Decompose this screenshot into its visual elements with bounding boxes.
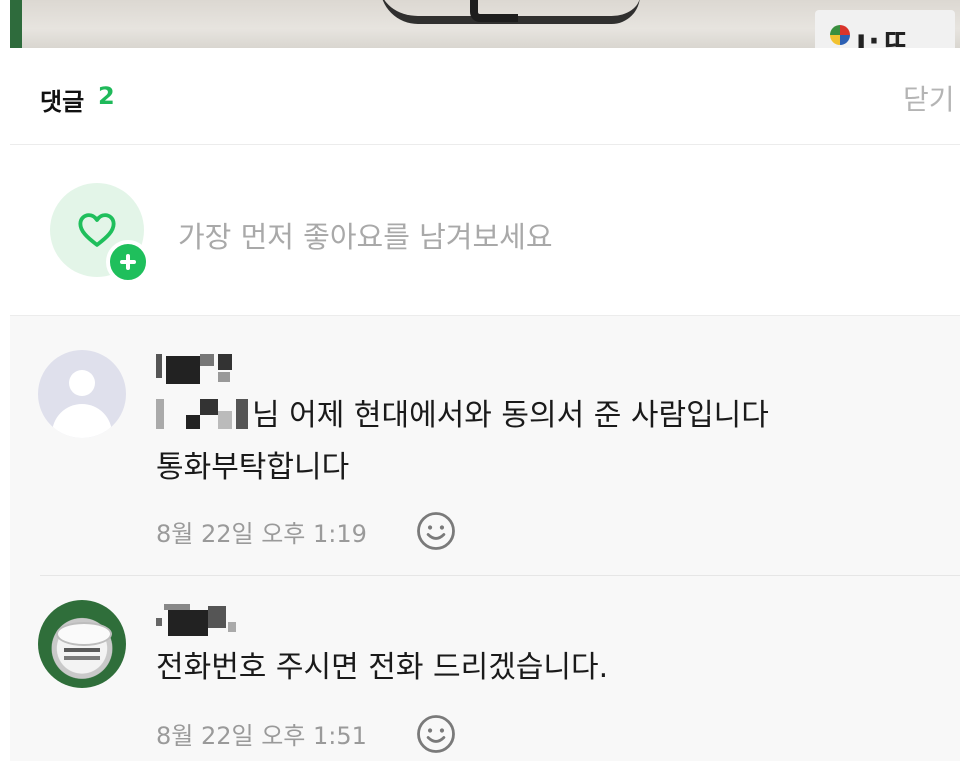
comments-screen: ı·ㄸ 댓글 2 닫기 가장 먼저 좋아요를 남겨보세요 님 어제 현대에서와 … xyxy=(0,0,960,761)
comment-line-2: 통화부탁합니다 xyxy=(156,450,350,485)
avatar-head-shape xyxy=(69,370,95,396)
redacted-username[interactable] xyxy=(156,602,242,636)
comment-text: 전화번호 주시면 전화 드리겠습니다. xyxy=(156,650,609,685)
heart-icon xyxy=(78,213,116,247)
default-user-icon[interactable] xyxy=(38,350,126,438)
redacted-username[interactable] xyxy=(156,350,242,384)
comment-timestamp: 8월 22일 오후 1:19 xyxy=(156,520,367,548)
comment-line-1: 님 어제 현대에서와 동의서 준 사람입니다 xyxy=(252,398,769,433)
like-prompt-row[interactable]: 가장 먼저 좋아요를 남겨보세요 xyxy=(10,145,960,316)
avatar-body-shape xyxy=(52,404,112,438)
avatar-photo-detail xyxy=(56,622,112,646)
comment-item: 님 어제 현대에서와 동의서 준 사람입니다 통화부탁합니다 8월 22일 오후… xyxy=(10,316,960,576)
reaction-smiley-icon[interactable] xyxy=(415,510,457,552)
comment-list: 님 어제 현대에서와 동의서 준 사람입니다 통화부탁합니다 8월 22일 오후… xyxy=(10,316,960,761)
comment-text: 님 어제 현대에서와 동의서 준 사람입니다 xyxy=(156,390,769,442)
user-photo-avatar[interactable] xyxy=(38,600,126,688)
close-button[interactable]: 닫기 xyxy=(903,78,955,118)
comments-title: 댓글 xyxy=(40,88,85,116)
comment-timestamp: 8월 22일 오후 1:51 xyxy=(156,722,367,750)
like-prompt-text: 가장 먼저 좋아요를 남겨보세요 xyxy=(178,220,553,254)
left-edge xyxy=(0,0,10,761)
post-photo-banner: ı·ㄸ xyxy=(0,0,960,48)
reaction-smiley-icon[interactable] xyxy=(415,713,457,755)
banner-calligraphy-stroke-2 xyxy=(470,0,518,22)
redacted-mention xyxy=(156,397,252,431)
comment-item: 전화번호 주시면 전화 드리겠습니다. 8월 22일 오후 1:51 xyxy=(10,576,960,761)
comments-header: 댓글 2 닫기 xyxy=(10,48,960,145)
avatar-photo-detail xyxy=(64,648,100,652)
banner-logo-icon xyxy=(830,25,850,45)
banner-logo-text: ı·ㄸ xyxy=(856,24,912,48)
add-like-plus-icon[interactable] xyxy=(106,240,150,284)
comments-count: 2 xyxy=(98,82,115,110)
